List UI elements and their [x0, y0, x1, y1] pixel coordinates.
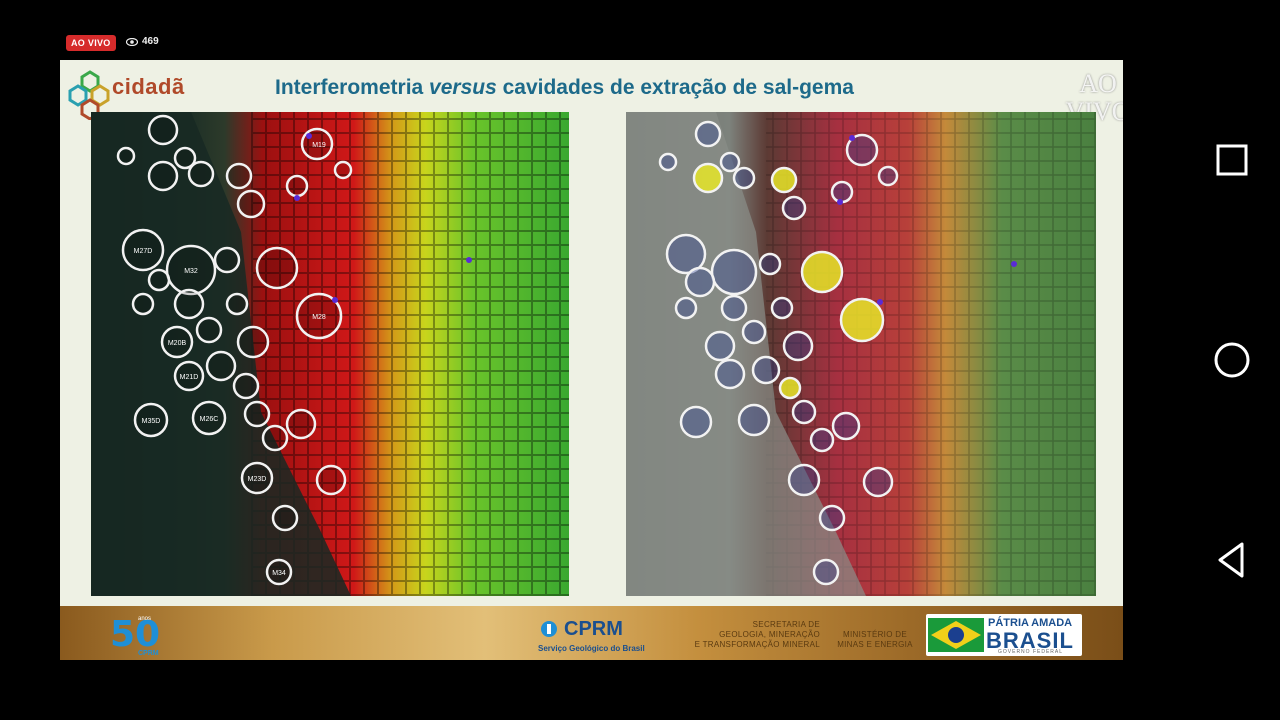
cavity-marker [261, 424, 289, 452]
cavity-marker [839, 297, 885, 343]
eye-icon [126, 37, 138, 46]
cavity-marker [732, 166, 756, 190]
home-circle-icon[interactable] [1210, 338, 1254, 382]
cavity-marker [770, 296, 794, 320]
back-triangle-icon[interactable] [1210, 538, 1254, 582]
cavity-marker [719, 151, 741, 173]
cavity-marker [714, 358, 746, 390]
reference-point [1011, 261, 1017, 267]
anniversary-logo: 50 anos CPRM [110, 614, 161, 657]
cavity-marker [195, 316, 223, 344]
cavity-marker [692, 162, 724, 194]
cavity-label: M20B [168, 340, 187, 347]
cavity-marker [187, 160, 215, 188]
cavity-label: M28 [312, 314, 326, 321]
cavity-marker [147, 114, 179, 146]
cavity-marker [791, 399, 817, 425]
cavity-marker [131, 292, 155, 316]
cavity-marker [236, 189, 266, 219]
map-cavities-right [626, 112, 1096, 596]
ministerio-text: MINISTÉRIO DE MINAS E ENERGIA [837, 630, 913, 649]
reference-point [466, 257, 472, 263]
cavity-marker [737, 403, 771, 437]
cavity-marker [243, 400, 271, 428]
cavity-marker [213, 246, 241, 274]
cavity-marker [173, 288, 205, 320]
cavity-marker [741, 319, 767, 345]
cavity-marker [862, 466, 894, 498]
cavity-marker [831, 411, 861, 441]
cavity-marker [782, 330, 814, 362]
cavity-marker [684, 266, 716, 298]
reference-point [849, 135, 855, 141]
cavity-marker [720, 294, 748, 322]
cavity-label: M26C [200, 416, 219, 423]
cavity-marker [225, 162, 253, 190]
reference-point [332, 297, 338, 303]
live-badge: AO VIVO [66, 35, 116, 51]
cavity-label: M34 [272, 570, 286, 577]
cavity-marker [770, 166, 798, 194]
cavity-label: M23D [248, 476, 267, 483]
cavity-label: M21D [180, 374, 199, 381]
viewer-count: 469 [126, 36, 159, 47]
cavity-marker [830, 180, 854, 204]
cprm-logo: CPRM Serviço Geológico do Brasil [538, 618, 645, 653]
android-nav-bar [1182, 120, 1280, 600]
reference-point [306, 133, 312, 139]
cavity-marker [704, 330, 736, 362]
presentation-slide: cidadã Interferometria versus cavidades … [60, 60, 1123, 660]
cavity-marker [315, 464, 347, 496]
cavity-marker [781, 195, 807, 221]
reference-point [837, 199, 843, 205]
cavity-marker [658, 152, 678, 172]
reference-point [294, 195, 300, 201]
cavity-marker [285, 408, 317, 440]
secretaria-text: SECRETARIA DE GEOLOGIA, MINERAÇÃO E TRAN… [694, 620, 820, 649]
cavity-marker [812, 558, 840, 586]
viewer-count-value: 469 [142, 36, 159, 47]
cavity-marker [809, 427, 835, 453]
cavity-marker [225, 292, 249, 316]
slide-footer: 50 anos CPRM CPRM Serviço Geológico do B… [60, 606, 1123, 660]
cavity-marker [787, 463, 821, 497]
reference-point [877, 299, 883, 305]
cprm-emblem-icon [541, 621, 557, 637]
cavity-marker [818, 504, 846, 532]
cavity-marker [333, 160, 353, 180]
cavity-marker [285, 174, 309, 198]
cavity-marker [255, 246, 299, 290]
cavity-label: M32 [184, 268, 198, 275]
logo-text: cidadã [112, 74, 185, 99]
cavity-marker [116, 146, 136, 166]
cavity-marker [751, 355, 781, 385]
cavity-marker [147, 160, 179, 192]
cavity-marker [778, 376, 802, 400]
cavity-label: M19 [312, 142, 326, 149]
cavity-label: M35D [142, 418, 161, 425]
cavity-marker [758, 252, 782, 276]
brasil-logo: PÁTRIA AMADA BRASIL GOVERNO FEDERAL [926, 614, 1082, 656]
cavity-marker [800, 250, 844, 294]
cavity-marker [236, 325, 270, 359]
cavity-marker [205, 350, 237, 382]
cavity-marker [147, 268, 171, 292]
cavity-marker [271, 504, 299, 532]
cavity-marker [694, 120, 722, 148]
map-interferometry-left: M27D M32 M35D M20B M26C M21D M23D M19 M28 M34 [91, 112, 569, 596]
brazil-flag-icon [928, 618, 984, 652]
cavity-label: M27D [134, 248, 153, 255]
overview-square-icon[interactable] [1210, 138, 1254, 182]
cavity-marker [877, 165, 899, 187]
cavity-marker [710, 248, 758, 296]
slide-title: Interferometria versus cavidades de extr… [275, 76, 854, 99]
cavity-marker [674, 296, 698, 320]
cavity-marker [232, 372, 260, 400]
cavity-marker [679, 405, 713, 439]
